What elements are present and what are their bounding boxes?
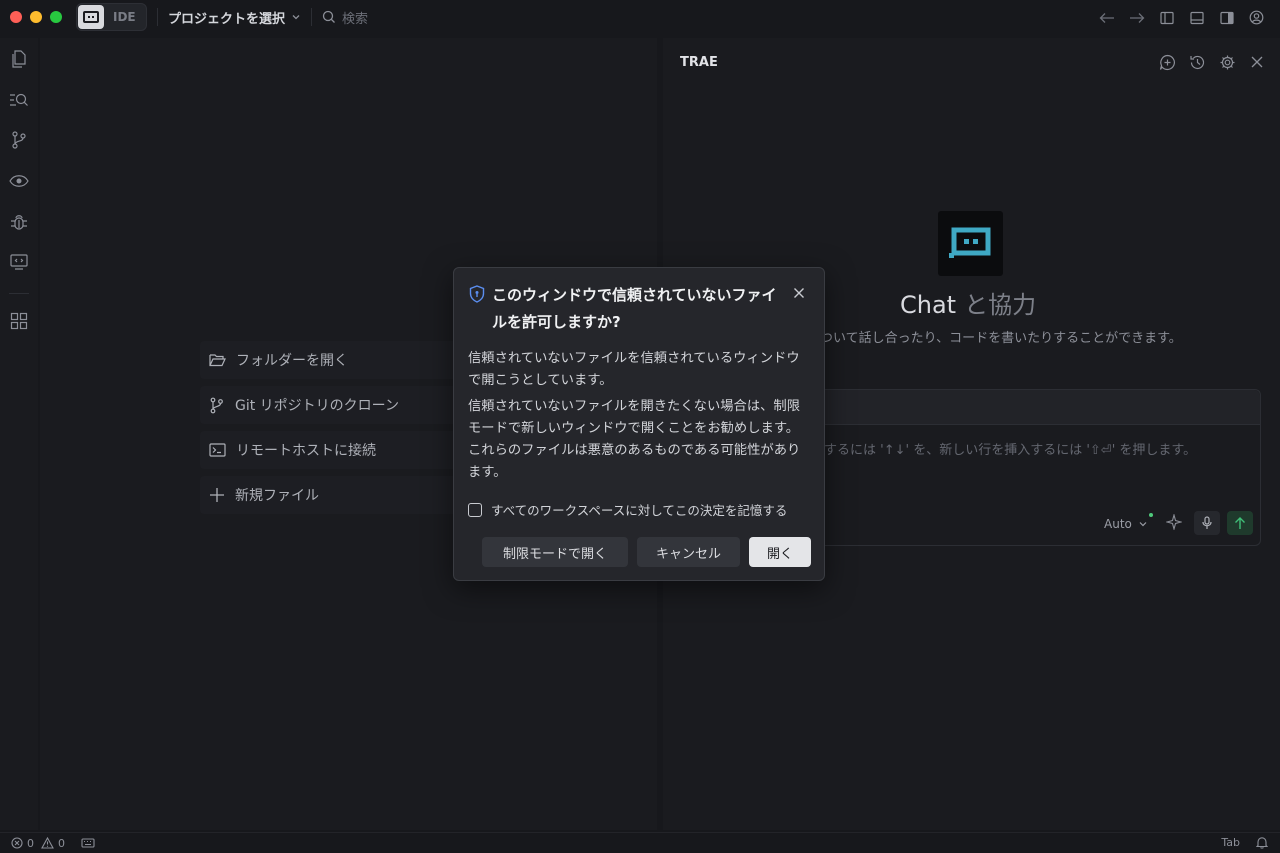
cancel-button[interactable]: キャンセル (637, 537, 740, 567)
chat-actions (1158, 53, 1266, 71)
toggle-sidebar-icon[interactable] (1157, 8, 1176, 27)
chat-context-bar (814, 390, 1260, 425)
close-icon[interactable] (792, 286, 806, 300)
debug-icon[interactable] (8, 211, 30, 233)
window-controls (10, 11, 62, 23)
problems-indicator[interactable]: 0 0 (11, 837, 95, 850)
back-arrow-icon[interactable] (1097, 8, 1116, 27)
trae-logo-icon (938, 211, 1003, 276)
title-separator (157, 8, 158, 26)
untrusted-files-dialog: このウィンドウで信頼されていないファイルを許可しますか? 信頼されていないファイ… (453, 267, 825, 581)
search-icon[interactable] (8, 89, 30, 111)
bell-icon[interactable] (1256, 836, 1268, 849)
close-panel-icon[interactable] (1248, 53, 1266, 71)
microphone-icon (1201, 516, 1213, 530)
chat-panel-title: TRAE (680, 55, 718, 70)
minimize-window-button[interactable] (30, 11, 42, 23)
dialog-message-2: 信頼されていないファイルを開きたくない場合は、制限モードで新しいウィンドウで開く… (468, 399, 801, 480)
activity-bar (0, 38, 38, 830)
settings-gear-icon[interactable] (1218, 53, 1236, 71)
extensions-icon[interactable] (8, 310, 30, 332)
chevron-down-icon (291, 12, 301, 22)
remote-icon[interactable] (8, 251, 30, 273)
chat-description: ついて話し合ったり、コードを書いたりすることができます。 (820, 331, 1182, 346)
open-button[interactable]: 開く (749, 537, 811, 567)
ide-mode-switch[interactable]: IDE (76, 3, 147, 31)
close-window-button[interactable] (10, 11, 22, 23)
toggle-panel-icon[interactable] (1187, 8, 1206, 27)
keyboard-icon[interactable] (81, 838, 95, 848)
command-search[interactable]: 検索 (322, 8, 368, 27)
chat-heading-sub: と協力 (964, 291, 1037, 319)
toggle-secondary-sidebar-icon[interactable] (1217, 8, 1236, 27)
microphone-button[interactable] (1194, 511, 1220, 535)
dialog-title: このウィンドウで信頼されていないファイルを許可しますか? (492, 286, 777, 331)
account-icon[interactable] (1247, 8, 1266, 27)
preview-icon[interactable] (8, 170, 30, 192)
sparkle-icon[interactable] (1166, 514, 1182, 530)
dialog-message-1: 信頼されていないファイルを信頼されているウィンドウで開こうとしています。 (468, 351, 800, 388)
status-dot (1149, 513, 1153, 517)
ide-label: IDE (113, 10, 136, 24)
open-restricted-button[interactable]: 制限モードで開く (482, 537, 628, 567)
search-placeholder: 検索 (342, 11, 369, 27)
chat-input-placeholder: するには '↑↓' を、新しい行を挿入するには '⇧⏎' を押します。 (824, 443, 1197, 458)
error-icon (11, 837, 23, 849)
status-bar: 0 0 Tab (0, 832, 1280, 853)
chat-heading: Chat と協力 (900, 285, 1036, 320)
open-folder-label: フォルダーを開く (236, 353, 348, 369)
explorer-icon[interactable] (8, 48, 30, 70)
status-right: Tab (1221, 836, 1268, 849)
remember-decision-checkbox[interactable] (468, 502, 482, 517)
tab-mode-label[interactable]: Tab (1221, 836, 1240, 849)
arrow-up-icon (1234, 516, 1246, 530)
error-count: 0 (27, 836, 34, 850)
warning-icon (41, 837, 54, 849)
connect-remote-host-label: リモートホストに接続 (236, 443, 376, 459)
connect-remote-host-button[interactable]: リモートホストに接続 (200, 431, 480, 469)
shield-icon (469, 285, 485, 303)
new-chat-icon[interactable] (1158, 53, 1176, 71)
clone-git-repo-label: Git リポジトリのクローン (235, 398, 399, 414)
model-selector[interactable]: Auto (1104, 517, 1148, 531)
warning-count: 0 (58, 836, 65, 850)
dialog-body: 信頼されていないファイルを信頼されているウィンドウで開こうとしています。 信頼さ… (468, 348, 810, 484)
source-control-icon[interactable] (8, 129, 30, 151)
project-selector[interactable]: プロジェクトを選択 (168, 8, 301, 27)
zoom-window-button[interactable] (50, 11, 62, 23)
plus-icon (209, 487, 225, 503)
clone-git-repo-button[interactable]: Git リポジトリのクローン (200, 386, 480, 424)
new-file-label: 新規ファイル (235, 488, 319, 504)
git-branch-icon (209, 397, 225, 414)
search-icon (322, 10, 336, 24)
title-bar: IDE プロジェクトを選択 検索 (0, 0, 1280, 34)
open-folder-button[interactable]: フォルダーを開く (200, 341, 480, 379)
forward-arrow-icon[interactable] (1127, 8, 1146, 27)
folder-open-icon (209, 353, 226, 367)
new-file-button[interactable]: 新規ファイル (200, 476, 480, 514)
send-button[interactable] (1227, 511, 1253, 535)
history-icon[interactable] (1188, 53, 1206, 71)
remember-decision-option[interactable]: すべてのワークスペースに対してこの決定を記憶する (468, 500, 787, 519)
model-selector-label: Auto (1104, 517, 1132, 531)
activity-divider (9, 293, 29, 294)
terminal-icon (209, 443, 226, 457)
title-separator (311, 8, 313, 26)
trae-logo-icon (78, 5, 104, 29)
chat-heading-main: Chat (900, 291, 957, 319)
chat-input-box[interactable]: するには '↑↓' を、新しい行を挿入するには '⇧⏎' を押します。 Auto (813, 389, 1261, 546)
title-actions (1097, 8, 1266, 27)
project-selector-label: プロジェクトを選択 (168, 11, 286, 27)
chevron-down-icon (1138, 519, 1148, 529)
remember-decision-label: すべてのワークスペースに対してこの決定を記憶する (491, 503, 788, 518)
